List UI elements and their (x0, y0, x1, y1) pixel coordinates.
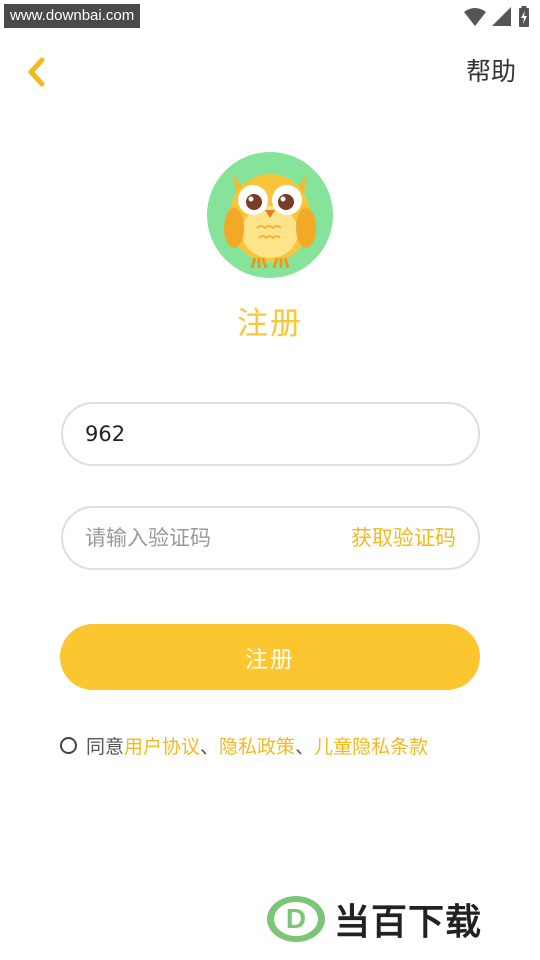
children-privacy-link[interactable]: 儿童隐私条款 (314, 732, 428, 759)
back-button[interactable] (18, 54, 54, 90)
privacy-policy-link[interactable]: 隐私政策 (219, 732, 295, 759)
code-field: 获取验证码 (61, 506, 480, 570)
chevron-left-icon (28, 57, 45, 87)
agreement-separator: 、 (295, 735, 315, 758)
verification-code-input[interactable] (85, 508, 325, 568)
battery-icon (519, 6, 529, 27)
page-title: 注册 (237, 306, 303, 342)
agreement-row: 同意 用户协议 、 隐私政策 、 儿童隐私条款 (60, 730, 428, 760)
register-button[interactable]: 注册 (60, 624, 480, 690)
signal-icon (492, 7, 511, 26)
brand-logo-letter: D (286, 903, 306, 934)
agreement-prefix: 同意 (86, 735, 125, 758)
user-agreement-link[interactable]: 用户协议 (124, 732, 200, 759)
agreement-separator: 、 (200, 735, 220, 758)
help-link[interactable]: 帮助 (466, 54, 516, 90)
owl-logo (207, 152, 333, 278)
brand-watermark: D 当百下载 (266, 894, 482, 944)
status-bar: www.downbai.com (0, 0, 540, 34)
agree-radio[interactable] (60, 736, 77, 754)
brand-logo-icon: D (266, 894, 326, 944)
brand-text: 当百下载 (334, 902, 483, 943)
top-nav: 帮助 (0, 50, 540, 94)
wifi-icon (464, 8, 486, 26)
status-icons (464, 6, 530, 28)
get-code-button[interactable]: 获取验证码 (351, 508, 456, 568)
phone-input[interactable] (85, 404, 455, 464)
phone-field (61, 402, 480, 466)
watermark-url: www.downbai.com (4, 4, 141, 28)
owl-icon (224, 174, 316, 269)
